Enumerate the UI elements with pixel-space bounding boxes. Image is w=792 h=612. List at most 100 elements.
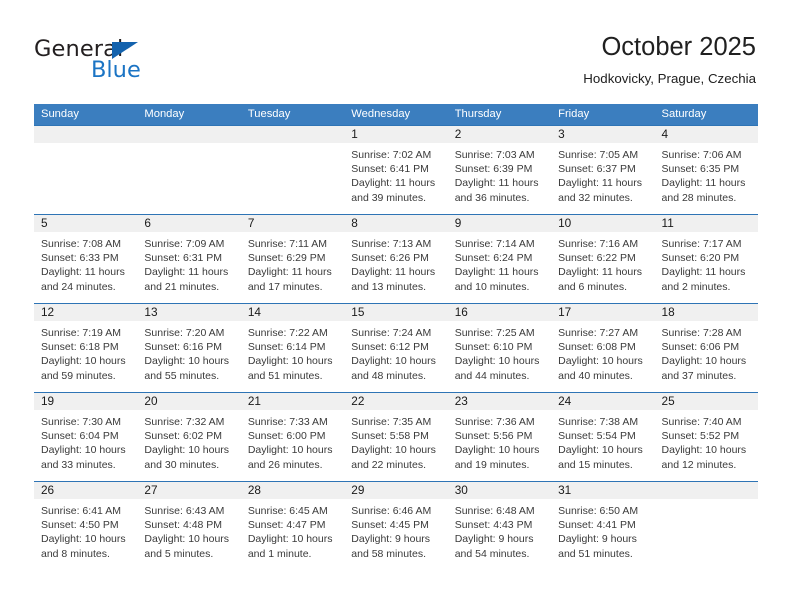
calendar-day-cell[interactable]: 3 Sunrise: 7:05 AM Sunset: 6:37 PM Daylight… [551,126,655,214]
calendar-day-cell[interactable]: 14 Sunrise: 7:22 AM Sunset: 6:14 PM Dayligh… [240,304,345,392]
daylight-text: and 55 minutes. [144,369,220,382]
day-number: 24 [551,393,655,410]
daylight-text: Daylight: 10 hours [247,533,333,546]
daylight-text: and 37 minutes. [661,369,737,382]
week-cells: 5 Sunrise: 7:08 AM Sunset: 6:33 PM Daylight… [34,215,758,303]
calendar-day-cell[interactable]: 20 Sunrise: 7:32 AM Sunset: 6:02 PM Dayligh… [137,393,241,481]
calendar-day-cell[interactable]: 28 Sunrise: 6:45 AM Sunset: 4:47 PM Dayligh… [240,482,345,570]
sunrise-text: Sunrise: 7:28 AM [661,327,742,339]
sunrise-text: Sunrise: 7:27 AM [558,327,639,339]
daylight-text: and 40 minutes. [558,369,633,382]
daylight-text: Daylight: 10 hours [144,533,230,546]
sunrise-text: Sunrise: 6:50 AM [558,505,639,517]
calendar-day-cell[interactable]: 30 Sunrise: 6:48 AM Sunset: 4:43 PM Dayligh… [447,482,552,570]
sunrise-text: Sunrise: 7:25 AM [454,327,535,339]
week-cells: 1 Sunrise: 7:02 AM Sunset: 6:41 PM Daylight… [34,126,758,214]
daylight-text: Daylight: 11 hours [144,266,229,279]
weekday-header-row: Sunday Monday Tuesday Wednesday Thursday Frid… [34,104,758,125]
calendar-day-cell[interactable]: 5 Sunrise: 7:08 AM Sunset: 6:33 PM Daylight… [34,215,138,303]
daylight-text: Daylight: 9 hours [558,533,637,546]
calendar-day-cell[interactable]: 4 Sunrise: 7:06 AM Sunset: 6:35 PM Daylight… [654,126,758,214]
week-cells: 19 Sunrise: 7:30 AM Sunset: 6:04 PM Dayligh… [34,393,758,481]
calendar-day-cell[interactable]: 8 Sunrise: 7:13 AM Sunset: 6:26 PM Daylight… [344,215,448,303]
day-details: Sunrise: 7:09 AM Sunset: 6:31 PM Daylight:… [137,232,240,294]
day-details: Sunrise: 7:19 AM Sunset: 6:18 PM Daylight:… [34,321,137,383]
day-number: 28 [240,482,345,499]
calendar-day-cell[interactable]: 25 Sunrise: 7:40 AM Sunset: 5:52 PM Dayligh… [654,393,758,481]
day-details: Sunrise: 7:17 AM Sunset: 6:20 PM Daylight:… [655,232,758,294]
calendar-day-cell[interactable]: 19 Sunrise: 7:30 AM Sunset: 6:04 PM Dayligh… [34,393,138,481]
sunrise-text: Sunrise: 7:03 AM [454,149,535,161]
daylight-text: Daylight: 10 hours [41,444,126,457]
calendar-day-cell[interactable]: 13 Sunrise: 7:20 AM Sunset: 6:16 PM Dayligh… [137,304,241,392]
sunset-text: Sunset: 6:33 PM [41,252,119,265]
sunrise-text: Sunrise: 7:19 AM [41,327,121,339]
calendar-day-cell[interactable]: 2 Sunrise: 7:03 AM Sunset: 6:39 PM Daylight… [447,126,552,214]
day-details: Sunrise: 7:40 AM Sunset: 5:52 PM Daylight:… [655,410,758,472]
day-number: 11 [654,215,758,232]
calendar-day-cell[interactable]: 31 Sunrise: 6:50 AM Sunset: 4:41 PM Dayligh… [551,482,655,570]
weekday-header-saturday: Saturday [661,108,707,120]
daylight-text: and 28 minutes. [661,191,737,204]
general-blue-logo[interactable]: General Blue [34,38,234,90]
calendar-day-cell[interactable]: 24 Sunrise: 7:38 AM Sunset: 5:54 PM Dayligh… [551,393,655,481]
day-details: Sunrise: 7:16 AM Sunset: 6:22 PM Daylight:… [551,232,654,294]
daylight-text: Daylight: 10 hours [661,355,747,368]
day-details: Sunrise: 7:25 AM Sunset: 6:10 PM Daylight:… [448,321,551,383]
day-details: Sunrise: 6:50 AM Sunset: 4:41 PM Daylight:… [551,499,654,561]
day-number: 7 [240,215,345,232]
sunset-text: Sunset: 4:48 PM [144,519,223,532]
day-details: Sunrise: 7:22 AM Sunset: 6:14 PM Daylight:… [241,321,344,383]
calendar-day-cell[interactable]: 27 Sunrise: 6:43 AM Sunset: 4:48 PM Dayligh… [137,482,241,570]
calendar-day-cell[interactable]: 18 Sunrise: 7:28 AM Sunset: 6:06 PM Dayligh… [654,304,758,392]
calendar-day-cell[interactable]: 23 Sunrise: 7:36 AM Sunset: 5:56 PM Dayligh… [447,393,552,481]
calendar-day-cell[interactable]: 29 Sunrise: 6:46 AM Sunset: 4:45 PM Dayligh… [344,482,448,570]
sunset-text: Sunset: 5:54 PM [558,430,636,443]
day-details: Sunrise: 7:24 AM Sunset: 6:12 PM Daylight:… [344,321,447,383]
daylight-text: Daylight: 10 hours [144,355,230,368]
sunrise-text: Sunrise: 6:41 AM [41,505,121,517]
calendar-day-cell[interactable]: 10 Sunrise: 7:16 AM Sunset: 6:22 PM Dayligh… [551,215,655,303]
sunrise-text: Sunrise: 7:05 AM [558,149,639,161]
sunrise-text: Sunrise: 7:33 AM [247,416,328,428]
sunset-text: Sunset: 6:16 PM [144,341,223,354]
daylight-text: and 12 minutes. [661,458,737,471]
daylight-text: Daylight: 10 hours [144,444,230,457]
day-number: 20 [137,393,241,410]
daylight-text: and 51 minutes. [558,547,633,560]
calendar-day-cell[interactable]: 6 Sunrise: 7:09 AM Sunset: 6:31 PM Daylight… [137,215,241,303]
sunset-text: Sunset: 6:06 PM [661,341,740,354]
daylight-text: Daylight: 10 hours [41,355,126,368]
calendar-weeks: 1 Sunrise: 7:02 AM Sunset: 6:41 PM Daylight… [34,125,758,570]
calendar-day-cell[interactable]: 15 Sunrise: 7:24 AM Sunset: 6:12 PM Dayligh… [344,304,448,392]
calendar-day-cell[interactable]: 17 Sunrise: 7:27 AM Sunset: 6:08 PM Dayligh… [551,304,655,392]
calendar-day-empty [240,126,345,214]
weekday-header-tuesday: Tuesday [247,108,291,120]
weekday-header-sunday: Sunday [41,108,79,120]
daylight-text: Daylight: 10 hours [661,444,747,457]
daylight-text: and 32 minutes. [558,191,633,204]
daylight-text: and 17 minutes. [247,280,323,293]
sunrise-text: Sunrise: 7:30 AM [41,416,121,428]
daylight-text: Daylight: 9 hours [351,533,431,546]
weekday-header-friday: Friday [558,108,590,120]
calendar-day-cell[interactable]: 1 Sunrise: 7:02 AM Sunset: 6:41 PM Daylight… [344,126,448,214]
sunset-text: Sunset: 4:41 PM [558,519,636,532]
day-details: Sunrise: 7:11 AM Sunset: 6:29 PM Daylight:… [241,232,344,294]
calendar-day-cell[interactable]: 16 Sunrise: 7:25 AM Sunset: 6:10 PM Dayligh… [447,304,552,392]
calendar-day-cell[interactable]: 9 Sunrise: 7:14 AM Sunset: 6:24 PM Daylight… [447,215,552,303]
calendar-day-cell[interactable]: 11 Sunrise: 7:17 AM Sunset: 6:20 PM Dayligh… [654,215,758,303]
calendar-day-cell[interactable]: 12 Sunrise: 7:19 AM Sunset: 6:18 PM Dayligh… [34,304,138,392]
sunrise-text: Sunrise: 6:48 AM [454,505,535,517]
day-details: Sunrise: 7:33 AM Sunset: 6:00 PM Daylight:… [241,410,344,472]
calendar-day-cell[interactable]: 26 Sunrise: 6:41 AM Sunset: 4:50 PM Dayligh… [34,482,138,570]
logo-text-blue: Blue [91,57,141,83]
calendar-day-cell[interactable]: 7 Sunrise: 7:11 AM Sunset: 6:29 PM Daylight… [240,215,345,303]
sunset-text: Sunset: 5:52 PM [661,430,740,443]
calendar-day-cell[interactable]: 22 Sunrise: 7:35 AM Sunset: 5:58 PM Dayligh… [344,393,448,481]
calendar-day-empty [34,126,138,214]
sunset-text: Sunset: 6:20 PM [661,252,740,265]
calendar-day-cell[interactable]: 21 Sunrise: 7:33 AM Sunset: 6:00 PM Dayligh… [240,393,345,481]
day-details [34,143,137,148]
day-number: 17 [551,304,655,321]
